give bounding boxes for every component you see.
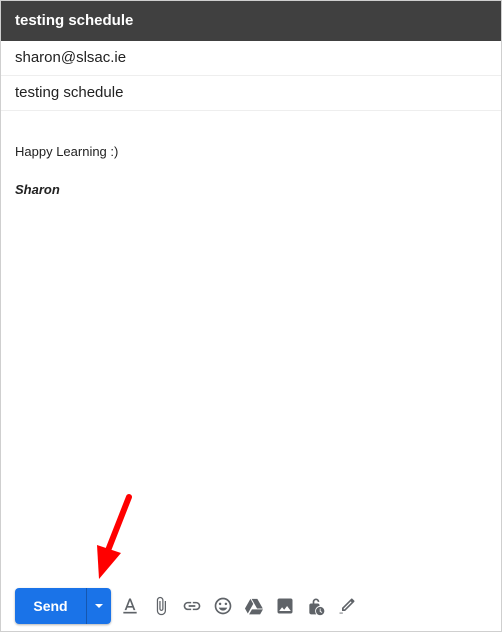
compose-toolbar: Send bbox=[15, 588, 359, 624]
attach-file-icon[interactable] bbox=[149, 594, 173, 618]
insert-link-icon[interactable] bbox=[180, 594, 204, 618]
google-drive-icon[interactable] bbox=[242, 594, 266, 618]
recipient-field[interactable]: sharon@slsac.ie bbox=[1, 41, 501, 76]
send-button-group: Send bbox=[15, 588, 111, 624]
more-send-options-button[interactable] bbox=[86, 588, 111, 624]
message-body[interactable]: Happy Learning :) bbox=[15, 144, 118, 159]
send-button[interactable]: Send bbox=[15, 588, 86, 624]
insert-emoji-icon[interactable] bbox=[211, 594, 235, 618]
chevron-down-icon bbox=[95, 604, 103, 608]
signature-text: Sharon bbox=[15, 182, 60, 197]
formatting-options-icon[interactable] bbox=[118, 594, 142, 618]
confidential-mode-icon[interactable] bbox=[304, 594, 328, 618]
insert-photo-icon[interactable] bbox=[273, 594, 297, 618]
subject-field[interactable]: testing schedule bbox=[1, 76, 501, 111]
compose-title: testing schedule bbox=[1, 1, 501, 41]
compose-window: testing schedule sharon@slsac.ie testing… bbox=[0, 0, 502, 632]
signature-icon[interactable] bbox=[335, 594, 359, 618]
annotation-arrow bbox=[97, 494, 132, 579]
